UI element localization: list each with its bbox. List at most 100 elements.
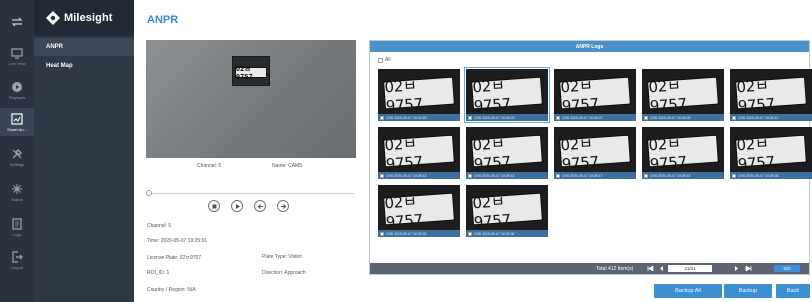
next-page-button[interactable] <box>732 265 741 272</box>
thumbnail-plate-image: 02ㅂ 9757 <box>383 192 455 231</box>
rail-item-settings[interactable]: Settings <box>0 143 34 171</box>
thumbnail-checkbox[interactable] <box>380 231 384 236</box>
rail-item-logout[interactable]: Logout <box>0 246 34 274</box>
thumbnail-timestamp: CH5 2020-05-07 19:25:07 <box>562 115 603 120</box>
play-icon <box>235 203 240 209</box>
rail-label: Status <box>11 196 23 202</box>
backup-all-button[interactable]: Backup All <box>654 284 722 298</box>
thumbnail-caption: CH5 2020-05-07 19:25:11 <box>730 114 812 121</box>
select-all-label: All <box>385 57 391 63</box>
video-license-plate: 02ㅂ 9757 <box>235 66 267 81</box>
log-thumbnail[interactable]: 02ㅂ 9757 CH5 2020-05-07 19:25:07 <box>554 69 636 121</box>
thumbnail-checkbox[interactable] <box>380 115 384 120</box>
thumbnail-plate-image: 02ㅂ 9757 <box>559 76 631 115</box>
log-thumbnail[interactable]: 02ㅂ 9757 CH5 2020-05-07 19:25:11 <box>730 69 812 121</box>
previous-button[interactable] <box>254 200 266 212</box>
rail-label: Logout <box>10 264 24 270</box>
thumbnail-checkbox[interactable] <box>644 115 648 120</box>
thumbnail-timestamp: CH5 2020-05-07 19:25:19 <box>650 173 691 178</box>
detail-country: Country / Region: N/A <box>147 287 196 293</box>
thumbnail-timestamp: CH5 2020-05-07 19:25:26 <box>738 173 779 178</box>
thumbnail-plate-image: 02ㅂ 9757 <box>735 134 807 173</box>
rail-item-status[interactable]: Status <box>0 178 34 206</box>
log-thumbnail[interactable]: 02ㅂ 9757 CH5 2020-05-07 19:25:14 <box>466 127 548 179</box>
smart-analysis-icon <box>11 112 23 125</box>
log-thumbnail[interactable]: 02ㅂ 9757 CH5 2020-05-07 19:25:09 <box>642 69 724 121</box>
playback-slider-track[interactable] <box>148 193 354 194</box>
thumbnail-caption: CH5 2020-05-07 19:25:26 <box>730 172 812 179</box>
backup-button[interactable]: Backup <box>724 284 772 298</box>
thumbnail-timestamp: CH5 2020-05-07 19:25:11 <box>738 115 779 120</box>
log-thumbnail[interactable]: 02ㅂ 9757 CH5 2020-05-07 19:25:19 <box>642 127 724 179</box>
select-all-checkbox[interactable]: All <box>378 57 391 63</box>
arrow-right-icon <box>280 203 286 209</box>
log-thumbnail[interactable]: 02ㅂ 9757 CH5 2020-05-07 19:24:53 <box>378 69 460 121</box>
rail-item-smart-analysis[interactable]: Smart An... <box>0 108 34 136</box>
previous-page-icon <box>660 266 663 271</box>
subnav-item-anpr[interactable]: ANPR <box>34 38 134 56</box>
icon-rail: Live View Playback Smart An... Settings … <box>0 0 34 302</box>
page-title: ANPR <box>147 14 179 26</box>
rail-item-logs[interactable]: Logs <box>0 213 34 241</box>
rail-item-live-view[interactable]: Live View <box>0 42 34 70</box>
rail-item-playback[interactable]: Playback <box>0 76 34 104</box>
log-thumbnail[interactable]: 02ㅂ 9757 CH5 2020-05-07 19:25:36 <box>466 185 548 237</box>
last-page-button[interactable] <box>744 265 753 272</box>
thumbnail-timestamp: CH5 2020-05-07 19:25:14 <box>474 173 515 178</box>
thumbnail-checkbox[interactable] <box>556 173 560 178</box>
thumbnail-caption: CH5 2020-05-07 19:25:17 <box>554 172 636 179</box>
detail-roi-id: ROI_ID: 1 <box>147 270 170 276</box>
rail-label: Smart An... <box>7 126 27 132</box>
detail-license-plate: License Plate: 02ㅂ9757 <box>147 255 202 261</box>
logs-icon <box>12 217 22 230</box>
thumbnail-checkbox[interactable] <box>380 173 384 178</box>
log-thumbnail[interactable]: 02ㅂ 9757 CH5 2020-05-07 19:25:26 <box>730 127 812 179</box>
thumbnail-caption: CH5 2020-05-07 19:25:09 <box>642 114 724 121</box>
status-icon <box>12 183 22 194</box>
thumbnail-checkbox[interactable] <box>644 173 648 178</box>
subnav-item-heat-map[interactable]: Heat Map <box>34 57 134 75</box>
detail-channel: Channel: 5 <box>147 223 172 229</box>
camera-channel: Channel: 5 <box>197 163 222 169</box>
log-thumbnail[interactable]: 02ㅂ 9757 CH5 2020-05-07 19:25:17 <box>554 127 636 179</box>
brand-name: Milesight <box>64 12 113 24</box>
stop-button[interactable] <box>208 200 220 212</box>
rail-item-transfer[interactable] <box>0 8 34 36</box>
thumbnail-caption: CH5 2020-05-07 19:25:01 <box>466 114 548 121</box>
log-thumbnail[interactable]: 02ㅂ 9757 CH5 2020-05-07 19:25:13 <box>378 127 460 179</box>
first-page-button[interactable] <box>646 265 655 272</box>
thumbnail-plate-image: 02ㅂ 9757 <box>383 134 455 173</box>
rail-label: Settings <box>9 161 25 167</box>
page-input[interactable]: 21/21 <box>668 265 712 272</box>
log-thumbnail[interactable]: 02ㅂ 9757 CH5 2020-05-07 19:25:33 <box>378 185 460 237</box>
subnav-item-label: ANPR <box>46 44 64 50</box>
detail-time: Time: 2020-05-07 19:25:01 <box>147 238 208 244</box>
first-page-icon <box>647 266 654 271</box>
next-button[interactable] <box>277 200 289 212</box>
thumbnail-plate-image: 02ㅂ 9757 <box>471 134 543 173</box>
thumbnail-checkbox[interactable] <box>732 115 736 120</box>
thumbnail-checkbox[interactable] <box>468 115 472 120</box>
thumbnail-plate-image: 02ㅂ 9757 <box>383 76 455 115</box>
subnav-item-label: Heat Map <box>46 63 73 69</box>
back-button[interactable]: Back <box>776 284 810 298</box>
playback-icon <box>12 81 22 92</box>
stop-icon <box>212 204 216 208</box>
next-page-icon <box>735 266 738 271</box>
thumbnail-checkbox[interactable] <box>468 231 472 236</box>
playback-slider-handle[interactable] <box>146 190 152 196</box>
thumbnail-caption: CH5 2020-05-07 19:25:33 <box>378 230 460 237</box>
detail-plate-type: Plate Type: Visitor <box>262 254 303 260</box>
video-preview[interactable]: 02ㅂ 9757 <box>146 40 356 158</box>
thumbnail-plate-image: 02ㅂ 9757 <box>471 76 543 115</box>
thumbnail-timestamp: CH5 2020-05-07 19:25:33 <box>386 231 427 236</box>
thumbnail-checkbox[interactable] <box>732 173 736 178</box>
log-thumbnail[interactable]: 02ㅂ 9757 CH5 2020-05-07 19:25:01 <box>464 67 550 123</box>
previous-page-button[interactable] <box>657 265 666 272</box>
thumbnail-checkbox[interactable] <box>468 173 472 178</box>
camera-name: Name: CAM5 <box>272 163 303 169</box>
thumbnail-checkbox[interactable] <box>556 115 560 120</box>
go-button[interactable]: GO <box>774 265 800 272</box>
secondary-nav: Milesight ANPR Heat Map <box>34 0 134 302</box>
play-button[interactable] <box>231 200 243 212</box>
